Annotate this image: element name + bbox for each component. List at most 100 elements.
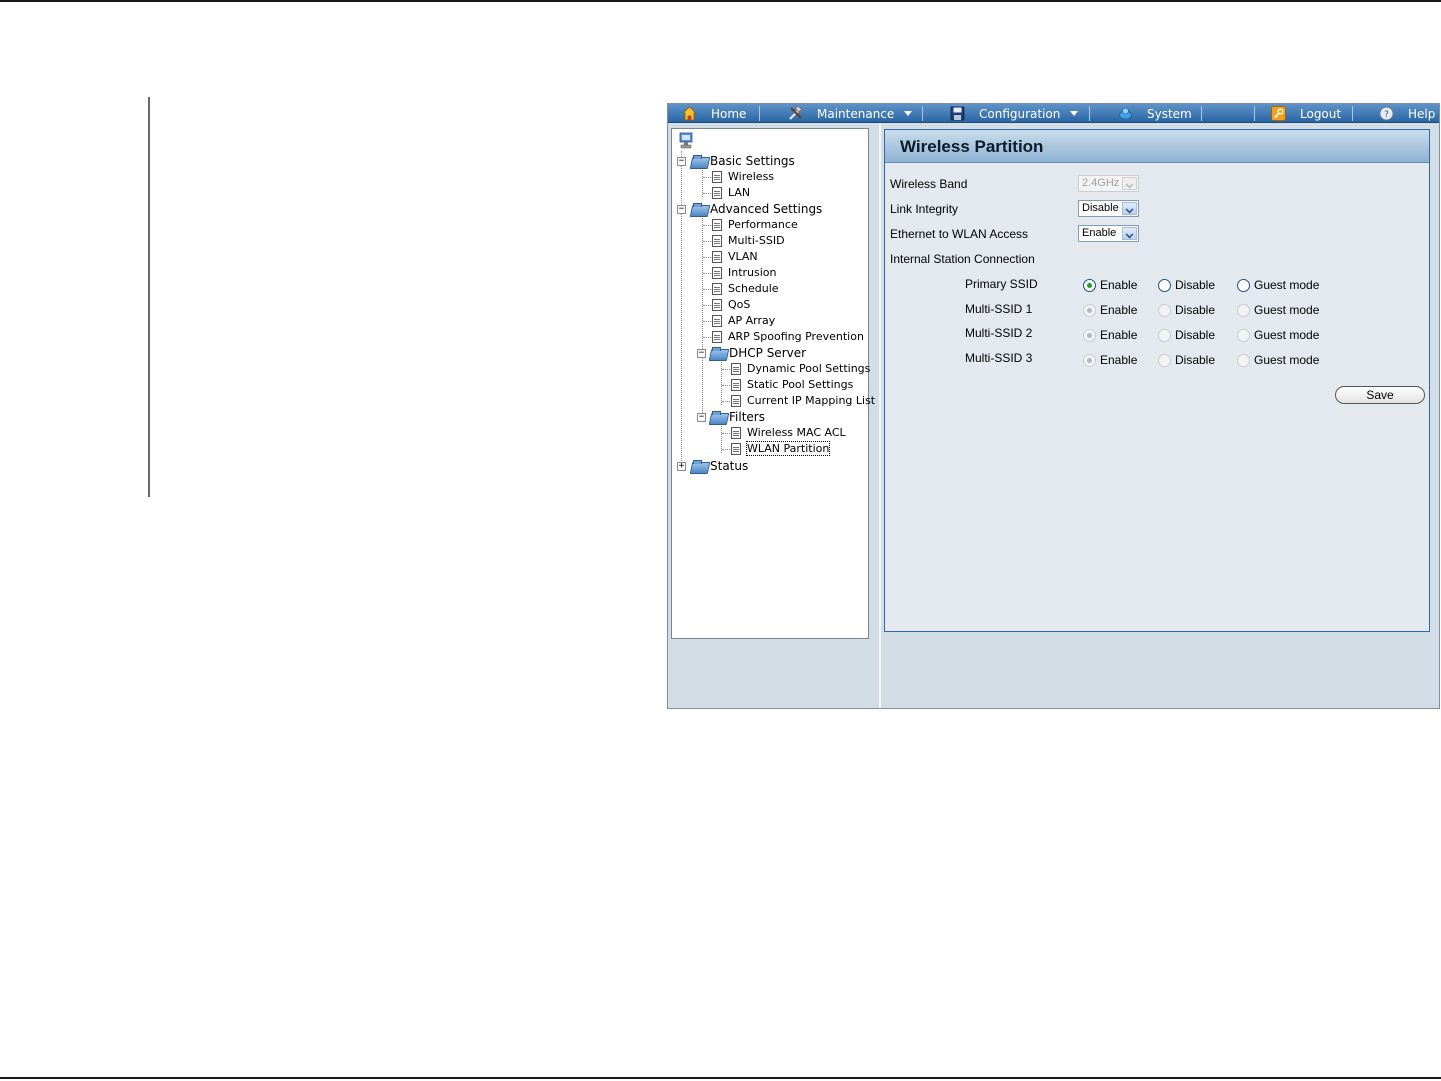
document-icon xyxy=(731,426,741,439)
document-icon xyxy=(712,282,722,295)
tree-connector xyxy=(703,273,711,274)
menu-separator xyxy=(1352,106,1353,121)
tree-schedule[interactable]: Schedule xyxy=(712,282,779,295)
document-icon xyxy=(712,170,722,183)
margin-line xyxy=(148,97,150,497)
tree-wireless-label: Wireless xyxy=(728,170,775,183)
link-integrity-select[interactable]: Disable xyxy=(1078,200,1139,217)
tree-intrusion[interactable]: Intrusion xyxy=(712,266,777,279)
menu-system[interactable]: System xyxy=(1118,104,1192,123)
tree-wlan-partition-label: WLAN Partition xyxy=(745,441,831,456)
ethernet-to-wlan-value: Enable xyxy=(1082,227,1117,239)
menu-separator xyxy=(759,106,760,121)
radio-label: Guest mode xyxy=(1254,328,1320,342)
tree-wireless-mac-acl[interactable]: Wireless MAC ACL xyxy=(731,426,846,439)
multi-ssid-3-label: Multi-SSID 3 xyxy=(965,351,1033,365)
tree-filters[interactable]: Filters xyxy=(710,410,765,424)
tools-icon xyxy=(788,105,803,121)
tree-connector xyxy=(703,305,711,306)
tree-ap-array[interactable]: AP Array xyxy=(712,314,775,327)
ethernet-to-wlan-select[interactable]: Enable xyxy=(1078,225,1139,242)
tree-multi-ssid[interactable]: Multi-SSID xyxy=(712,234,785,247)
tree-dhcp-server[interactable]: DHCP Server xyxy=(710,346,806,360)
radio-label: Enable xyxy=(1100,353,1138,367)
collapse-toggle[interactable]: − xyxy=(677,157,686,166)
tree-connector xyxy=(703,193,711,194)
tree-guide-line xyxy=(681,151,682,469)
tree-connector xyxy=(722,385,730,386)
tree-dynamic-pool[interactable]: Dynamic Pool Settings xyxy=(731,362,870,375)
radio-label: Enable xyxy=(1100,303,1138,317)
menu-logout[interactable]: Logout xyxy=(1271,104,1341,123)
radio-unchecked-icon xyxy=(1237,303,1250,317)
wireless-partition-panel: Wireless Partition Wireless Band 2.4GHz … xyxy=(884,129,1430,632)
tree-performance-label: Performance xyxy=(728,218,798,231)
menu-maintenance[interactable]: Maintenance xyxy=(788,104,913,123)
tree-filters-label: Filters xyxy=(729,410,765,424)
primary-ssid-disable-radio[interactable]: Disable xyxy=(1158,278,1215,292)
multi-ssid-1-disable-radio: Disable xyxy=(1158,303,1215,317)
key-icon xyxy=(1271,106,1286,121)
menu-home[interactable]: Home xyxy=(681,104,747,123)
panel-header: Wireless Partition xyxy=(885,130,1429,163)
tree-advanced-settings[interactable]: Advanced Settings xyxy=(691,202,822,216)
document-icon xyxy=(712,186,722,199)
radio-unchecked-icon xyxy=(1158,278,1171,292)
link-integrity-label: Link Integrity xyxy=(890,202,959,216)
navigation-tree: − Basic Settings Wireless LAN − Advanced… xyxy=(672,129,875,638)
tree-performance[interactable]: Performance xyxy=(712,218,798,231)
save-button[interactable]: Save xyxy=(1335,386,1425,404)
tree-current-ip-label: Current IP Mapping List xyxy=(747,394,876,407)
radio-label: Guest mode xyxy=(1254,278,1320,292)
tree-vlan-label: VLAN xyxy=(728,250,758,263)
document-icon xyxy=(712,298,722,311)
collapse-toggle[interactable]: − xyxy=(697,349,706,358)
wireless-band-select: 2.4GHz xyxy=(1078,175,1139,192)
tree-lan[interactable]: LAN xyxy=(712,186,750,199)
multi-ssid-3-enable-radio: Enable xyxy=(1083,353,1137,367)
tree-connector xyxy=(722,433,730,434)
chevron-down-icon[interactable] xyxy=(1122,227,1137,240)
radio-label: Disable xyxy=(1175,303,1216,317)
tree-status[interactable]: Status xyxy=(691,459,748,473)
menu-system-label: System xyxy=(1147,106,1192,121)
collapse-toggle[interactable]: − xyxy=(677,205,686,214)
home-icon xyxy=(681,106,698,121)
document-icon xyxy=(731,394,741,407)
tree-connector xyxy=(703,289,711,290)
multi-ssid-1-guest-radio: Guest mode xyxy=(1237,303,1319,317)
radio-unchecked-icon xyxy=(1158,303,1171,317)
collapse-toggle[interactable]: − xyxy=(697,413,706,422)
tree-vlan[interactable]: VLAN xyxy=(712,250,758,263)
menu-configuration[interactable]: Configuration xyxy=(950,104,1079,123)
document-icon xyxy=(712,314,722,327)
radio-checked-icon xyxy=(1083,353,1096,367)
primary-ssid-enable-radio[interactable]: Enable xyxy=(1083,278,1137,292)
tree-wlan-partition[interactable]: WLAN Partition xyxy=(731,441,831,456)
tree-qos[interactable]: QoS xyxy=(712,298,750,311)
tree-static-pool[interactable]: Static Pool Settings xyxy=(731,378,853,391)
tree-current-ip-mapping[interactable]: Current IP Mapping List xyxy=(731,394,875,407)
tree-arp-spoofing[interactable]: ARP Spoofing Prevention xyxy=(712,330,864,343)
chevron-down-icon[interactable] xyxy=(1122,202,1137,215)
page-title: Wireless Partition xyxy=(900,137,1044,156)
document-icon xyxy=(712,218,722,231)
tree-intrusion-label: Intrusion xyxy=(728,266,777,279)
bottom-rule xyxy=(0,1077,1441,1079)
tree-dhcp-server-label: DHCP Server xyxy=(729,346,807,360)
menu-home-label: Home xyxy=(711,106,747,121)
tree-multi-ssid-label: Multi-SSID xyxy=(728,234,785,247)
menu-separator xyxy=(1089,106,1090,121)
tree-dynamic-pool-label: Dynamic Pool Settings xyxy=(747,362,871,375)
menu-logout-label: Logout xyxy=(1300,106,1342,121)
tree-wireless[interactable]: Wireless xyxy=(712,170,774,183)
tree-basic-settings[interactable]: Basic Settings xyxy=(691,154,795,168)
menu-help[interactable]: ? Help xyxy=(1379,104,1435,123)
primary-ssid-guest-radio[interactable]: Guest mode xyxy=(1237,278,1319,292)
expand-toggle[interactable]: + xyxy=(677,462,686,471)
tree-ap-array-label: AP Array xyxy=(728,314,776,327)
document-icon xyxy=(712,266,722,279)
tree-lan-label: LAN xyxy=(728,186,751,199)
tree-connector xyxy=(703,337,711,338)
radio-checked-icon xyxy=(1083,328,1096,342)
